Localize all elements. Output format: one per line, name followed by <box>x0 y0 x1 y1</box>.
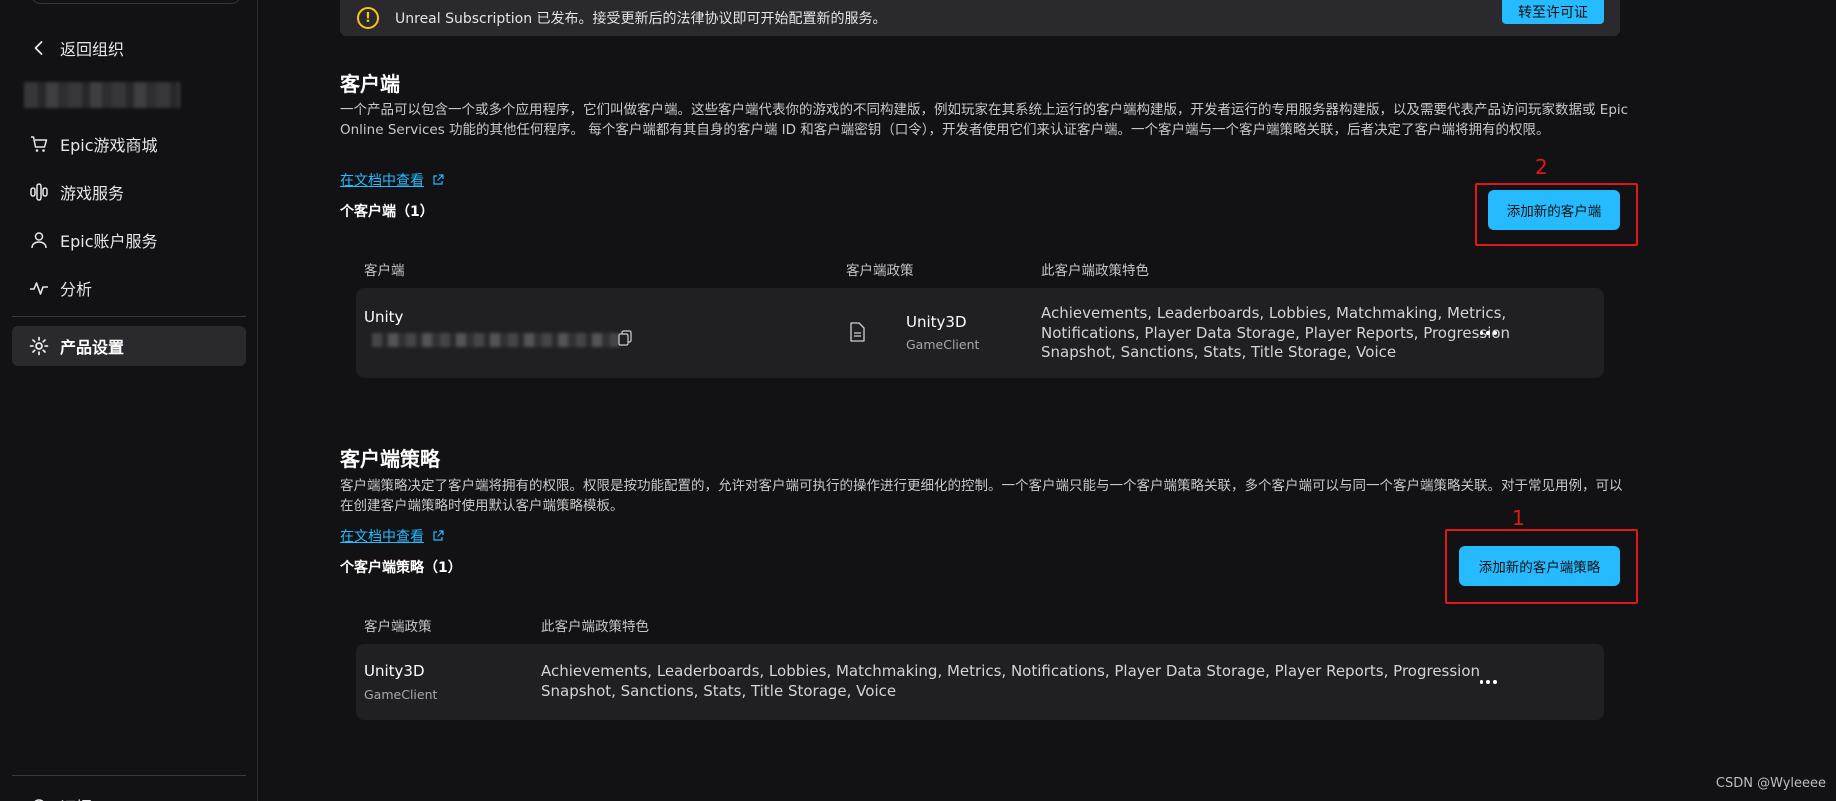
sidebar-item-label: Epic游戏商城 <box>60 136 158 155</box>
column-header-client: 客户端 <box>364 263 405 279</box>
sidebar-item-label: 分析 <box>60 280 93 299</box>
policies-doc-link[interactable]: 在文档中查看 <box>340 526 444 546</box>
cart-icon <box>28 133 50 155</box>
clients-doc-link[interactable]: 在文档中查看 <box>340 170 444 190</box>
circle-icon <box>28 795 50 801</box>
gear-icon <box>28 335 50 357</box>
policy-features: Achievements, Leaderboards, Lobbies, Mat… <box>541 662 1481 700</box>
warning-icon: ! <box>357 7 379 29</box>
sidebar: 返回组织 Epic游戏商城 游戏服务 Epic账户服务 分析 产品设置 <box>0 0 258 801</box>
go-to-license-button[interactable]: 转至许可证 <box>1502 0 1604 24</box>
clients-description: 一个产品可以包含一个或多个应用程序，它们叫做客户端。这些客户端代表你的游戏的不同… <box>340 102 1629 138</box>
external-link-icon <box>433 530 444 541</box>
sidebar-item-label: 游戏服务 <box>60 184 125 203</box>
sidebar-item-label: Epic账户服务 <box>60 232 158 251</box>
sidebar-item-analytics[interactable]: 分析 <box>12 268 246 308</box>
doc-link-label: 在文档中查看 <box>340 173 424 189</box>
column-header-features: 此客户端政策特色 <box>1041 263 1149 279</box>
redacted-client-id <box>372 333 620 347</box>
back-to-org-link[interactable]: 返回组织 <box>12 28 246 68</box>
sidebar-divider <box>12 775 246 776</box>
policies-count: 个客户端策略（1） <box>340 560 462 576</box>
annotation-number-2: 2 <box>1535 155 1548 179</box>
external-link-icon <box>433 174 444 185</box>
analytics-icon <box>28 277 50 299</box>
redacted-product-name <box>24 82 180 108</box>
sidebar-item-label: 产品设置 <box>60 338 125 357</box>
annotation-box-1 <box>1445 529 1638 604</box>
sidebar-item-product-settings[interactable]: 产品设置 <box>12 326 246 366</box>
org-selector[interactable] <box>30 0 242 4</box>
client-policy-name[interactable]: Unity3D <box>906 313 967 331</box>
column-header-policy: 客户端政策 <box>846 263 914 279</box>
clients-count: 个客户端（1） <box>340 204 434 220</box>
table-row[interactable]: Unity Unity3D GameClient Achievements, L… <box>356 288 1604 378</box>
game-services-icon <box>28 181 50 203</box>
client-policy-type: GameClient <box>906 337 980 352</box>
policies-description: 客户端策略决定了客户端将拥有的权限。权限是按功能配置的，允许对客户端可执行的操作… <box>340 478 1623 514</box>
copy-icon[interactable] <box>618 330 632 346</box>
table-row[interactable]: Unity3D GameClient Achievements, Leaderb… <box>356 644 1604 720</box>
sidebar-divider <box>12 316 246 317</box>
doc-link-label: 在文档中查看 <box>340 529 424 545</box>
sidebar-item-partial[interactable]: 证据 <box>12 786 246 801</box>
sidebar-item-epic-store[interactable]: Epic游戏商城 <box>12 124 246 164</box>
annotation-number-1: 1 <box>1512 506 1525 530</box>
sidebar-item-label: 证据 <box>60 794 92 801</box>
user-icon <box>28 229 50 251</box>
column-header-policy: 客户端政策 <box>364 619 432 635</box>
policy-name: Unity3D <box>364 662 425 680</box>
more-options-icon[interactable] <box>1478 323 1498 343</box>
banner-text: Unreal Subscription 已发布。接受更新后的法律协议即可开始配置… <box>395 11 887 27</box>
watermark: CSDN @Wyleeee <box>1715 776 1826 791</box>
clients-title: 客户端 <box>340 72 400 96</box>
main-content: ! Unreal Subscription 已发布。接受更新后的法律协议即可开始… <box>259 0 1836 801</box>
column-header-features: 此客户端政策特色 <box>541 619 649 635</box>
client-name: Unity <box>364 308 404 326</box>
chevron-left-icon <box>28 37 50 59</box>
more-options-icon[interactable] <box>1478 672 1498 692</box>
sidebar-item-game-services[interactable]: 游戏服务 <box>12 172 246 212</box>
annotation-box-2 <box>1475 183 1638 246</box>
notice-banner: ! Unreal Subscription 已发布。接受更新后的法律协议即可开始… <box>340 0 1620 36</box>
document-icon <box>850 322 865 342</box>
policies-title: 客户端策略 <box>340 447 440 471</box>
policy-type: GameClient <box>364 687 438 702</box>
client-policy-features: Achievements, Leaderboards, Lobbies, Mat… <box>1041 304 1511 361</box>
back-to-org-label: 返回组织 <box>60 40 125 59</box>
sidebar-item-account-services[interactable]: Epic账户服务 <box>12 220 246 260</box>
